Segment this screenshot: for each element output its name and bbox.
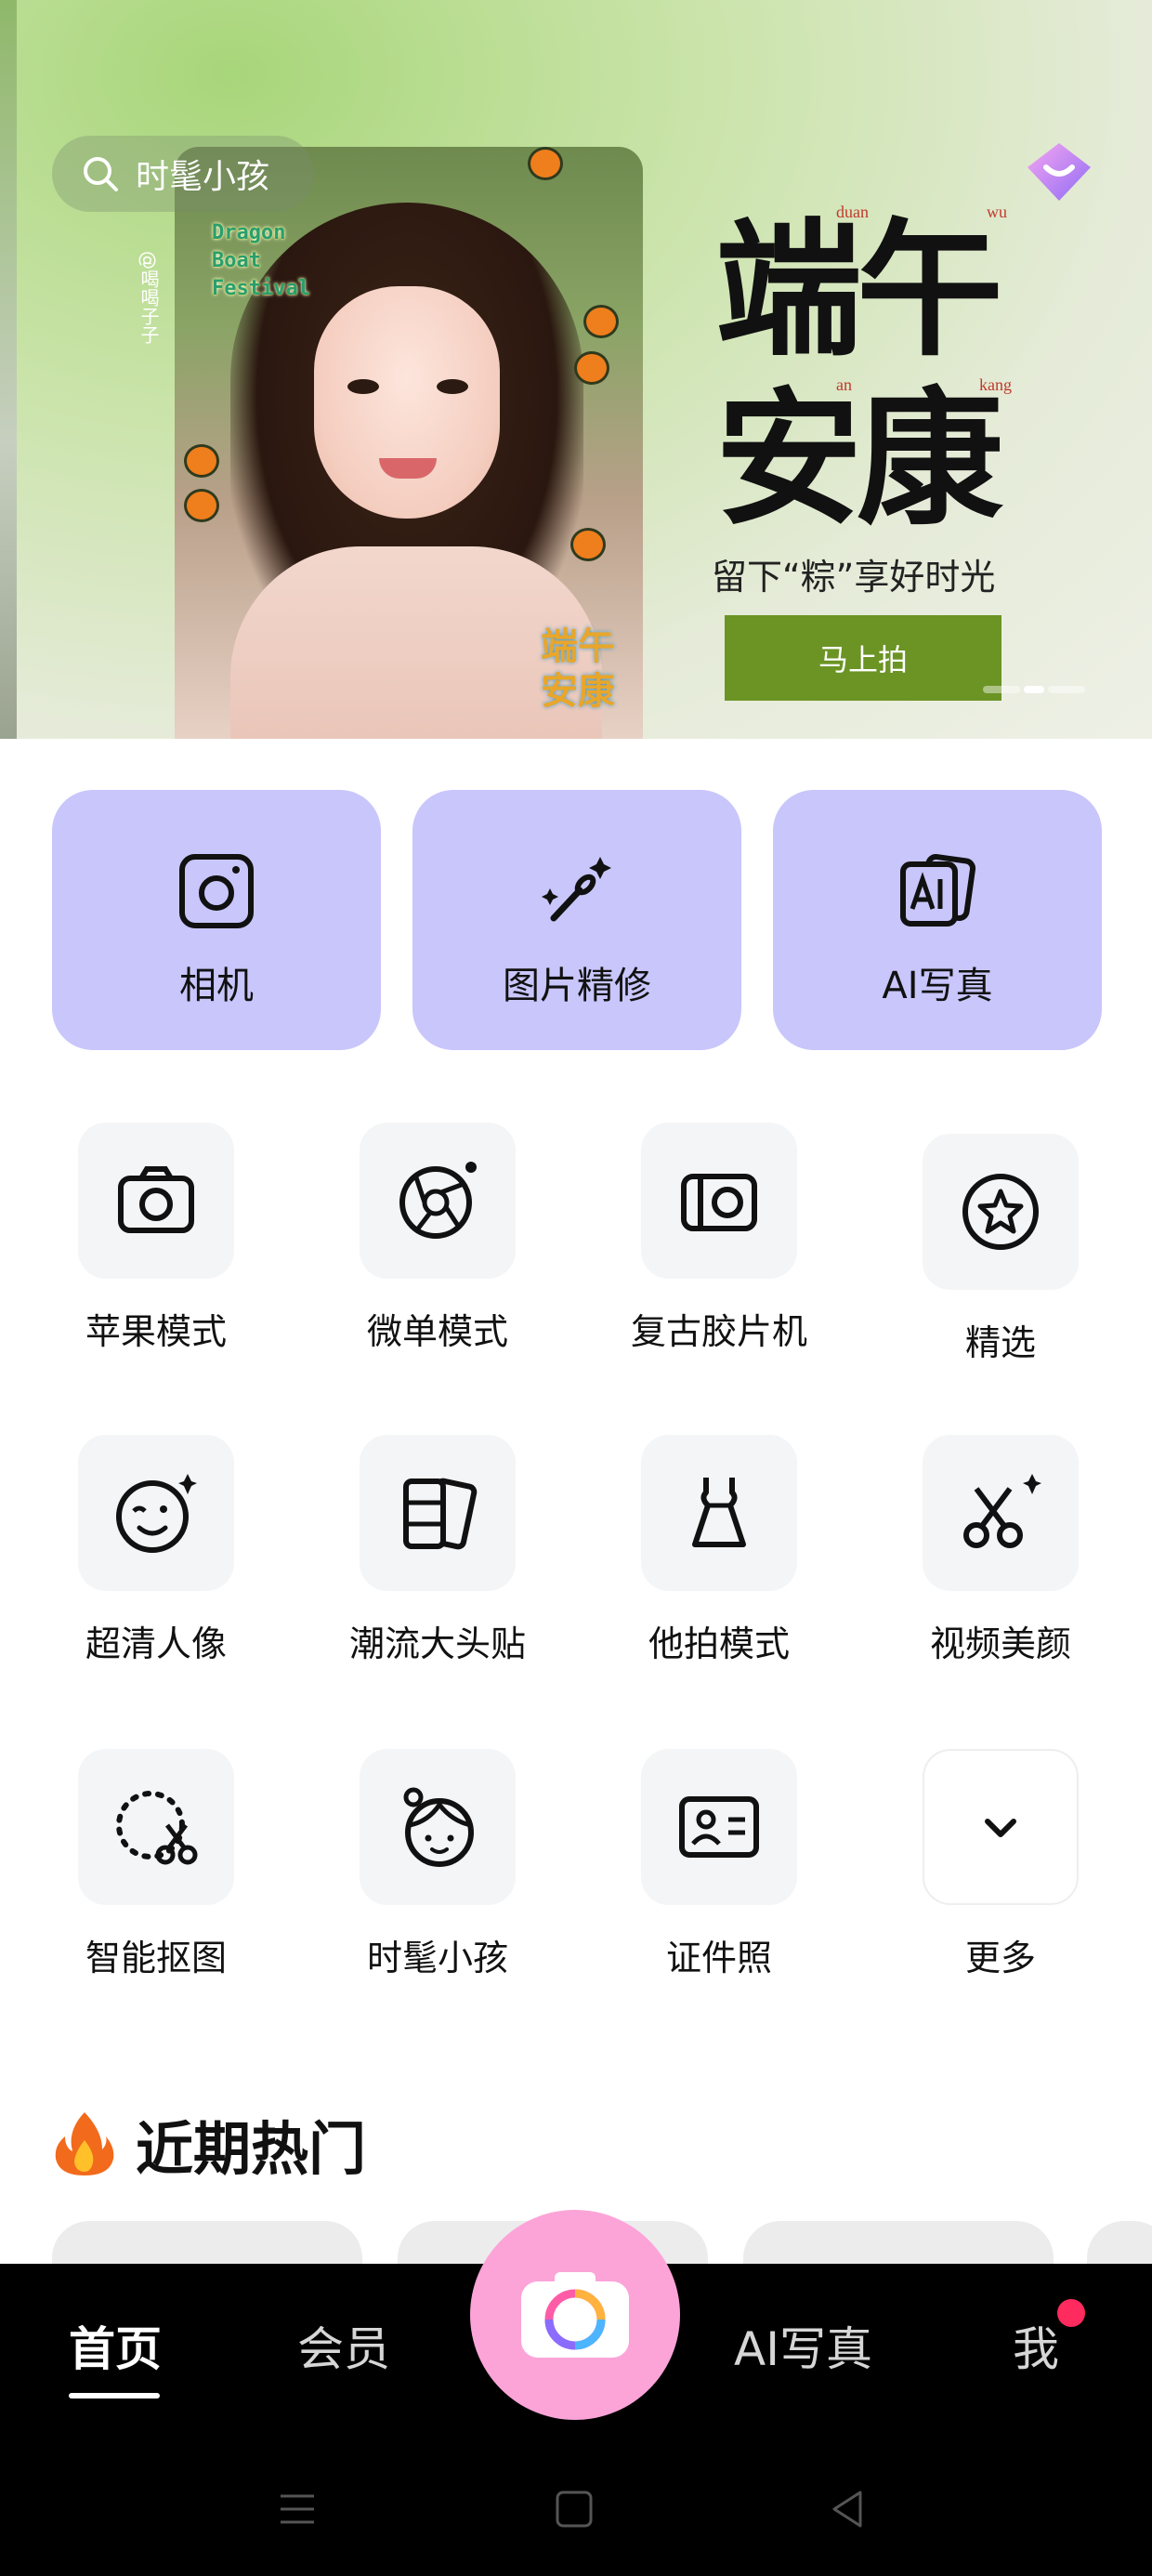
camera-app-icon — [521, 2272, 629, 2358]
recent-hot-title: 近期热门 — [136, 2115, 367, 2183]
tool-id-photo[interactable]: 证件照 — [626, 1749, 812, 1980]
tool-label: 证件照 — [665, 1938, 772, 1978]
feature-label: AI写真 — [882, 965, 993, 1007]
tool-apple-mode[interactable]: 苹果模式 — [63, 1123, 249, 1354]
camera-icon — [118, 1166, 194, 1233]
search-icon — [84, 157, 118, 191]
feature-ai-photo[interactable]: AI写真 — [773, 790, 1102, 1050]
photo-sticker-english: Dragon Boat Festival — [212, 221, 310, 300]
back-triangle-icon[interactable] — [819, 2481, 875, 2537]
aperture-icon — [399, 1162, 477, 1239]
zongzi-decoration — [528, 147, 563, 180]
film-camera-icon — [681, 1174, 757, 1231]
cutout-icon — [116, 1791, 198, 1865]
tool-smart-cutout[interactable]: 智能抠图 — [63, 1749, 249, 1980]
dress-icon — [692, 1478, 746, 1547]
nav-home-indicator — [69, 2393, 160, 2399]
tool-label: 潮流大头贴 — [348, 1623, 526, 1664]
orange-decoration — [184, 444, 219, 478]
tool-photo-sticker[interactable]: 潮流大头贴 — [345, 1435, 530, 1666]
home-square-icon[interactable] — [546, 2481, 602, 2537]
orange-decoration — [184, 489, 219, 522]
fire-icon — [55, 2112, 114, 2175]
promo-banner[interactable]: Dragon Boat Festival 端午 安康 @喝喝子子 时髦小孩 du… — [0, 0, 1152, 739]
tool-label: 他拍模式 — [648, 1623, 790, 1664]
banner-pager — [983, 686, 1085, 693]
orange-decoration — [583, 305, 619, 338]
ai-photo-icon — [900, 853, 976, 927]
star-badge-icon — [962, 1174, 1039, 1250]
orange-decoration — [570, 528, 606, 561]
chevron-down-icon — [985, 1819, 1016, 1837]
pager-dot — [1048, 686, 1085, 693]
nav-home[interactable]: 首页 — [69, 2312, 162, 2379]
tool-mirrorless-mode[interactable]: 微单模式 — [345, 1123, 530, 1354]
photo-author: @喝喝子子 — [137, 251, 160, 344]
banner-title-line2: 安康 — [715, 374, 1003, 545]
feature-label: 相机 — [179, 965, 254, 1007]
vip-gem-icon[interactable] — [1024, 139, 1094, 204]
tool-other-shoot[interactable]: 他拍模式 — [626, 1435, 812, 1666]
tool-featured[interactable]: 精选 — [908, 1134, 1093, 1365]
kid-face-icon — [403, 1787, 474, 1867]
pager-dot — [983, 686, 1020, 693]
tool-trendy-kid[interactable]: 时髦小孩 — [345, 1749, 530, 1980]
tool-label: 视频美颜 — [929, 1623, 1071, 1664]
banner-title-line1: 端午 — [715, 204, 1003, 376]
tool-label: 时髦小孩 — [366, 1938, 508, 1978]
tool-retro-film[interactable]: 复古胶片机 — [626, 1123, 812, 1354]
camera-fab-button[interactable] — [470, 2210, 680, 2420]
search-text: 时髦小孩 — [136, 158, 270, 196]
feature-retouch[interactable]: 图片精修 — [412, 790, 741, 1050]
recent-hot-heading: 近期热门 — [52, 2102, 366, 2186]
tool-more[interactable]: 更多 — [908, 1749, 1093, 1980]
orange-decoration — [574, 351, 609, 385]
tool-label: 微单模式 — [366, 1311, 508, 1352]
feature-camera[interactable]: 相机 — [52, 790, 381, 1050]
tool-label: 精选 — [964, 1322, 1036, 1363]
camera-square-icon — [179, 854, 254, 928]
feature-label: 图片精修 — [503, 965, 651, 1007]
previous-slide-peek — [0, 0, 17, 739]
menu-icon[interactable] — [269, 2481, 325, 2537]
tool-hd-portrait[interactable]: 超清人像 — [63, 1435, 249, 1666]
tool-video-beauty[interactable]: 视频美颜 — [908, 1435, 1093, 1666]
nav-member[interactable]: 会员 — [297, 2312, 390, 2379]
photo-sticker-icon — [403, 1478, 478, 1550]
tool-label: 更多 — [964, 1938, 1036, 1978]
banner-photo: Dragon Boat Festival 端午 安康 — [175, 147, 643, 739]
tool-label: 苹果模式 — [85, 1311, 227, 1352]
scissors-sparkle-icon — [963, 1474, 1041, 1548]
tool-label: 超清人像 — [85, 1623, 227, 1664]
shoot-now-button[interactable]: 马上拍 — [725, 615, 1001, 701]
magic-wand-icon — [542, 857, 611, 922]
banner-subtitle: 留下“粽”享好时光 — [712, 557, 996, 598]
tool-label: 复古胶片机 — [630, 1311, 807, 1352]
search-bar[interactable]: 时髦小孩 — [52, 136, 314, 212]
nav-ai-photo[interactable]: AI写真 — [734, 2312, 872, 2379]
id-card-icon — [679, 1796, 759, 1858]
nav-me[interactable]: 我 — [1013, 2312, 1059, 2379]
pager-dot-active — [1024, 686, 1044, 693]
photo-sticker-chinese: 端午 安康 — [541, 625, 615, 713]
tool-label: 智能抠图 — [85, 1938, 227, 1978]
face-wink-icon — [116, 1474, 197, 1553]
notification-dot — [1057, 2299, 1085, 2327]
